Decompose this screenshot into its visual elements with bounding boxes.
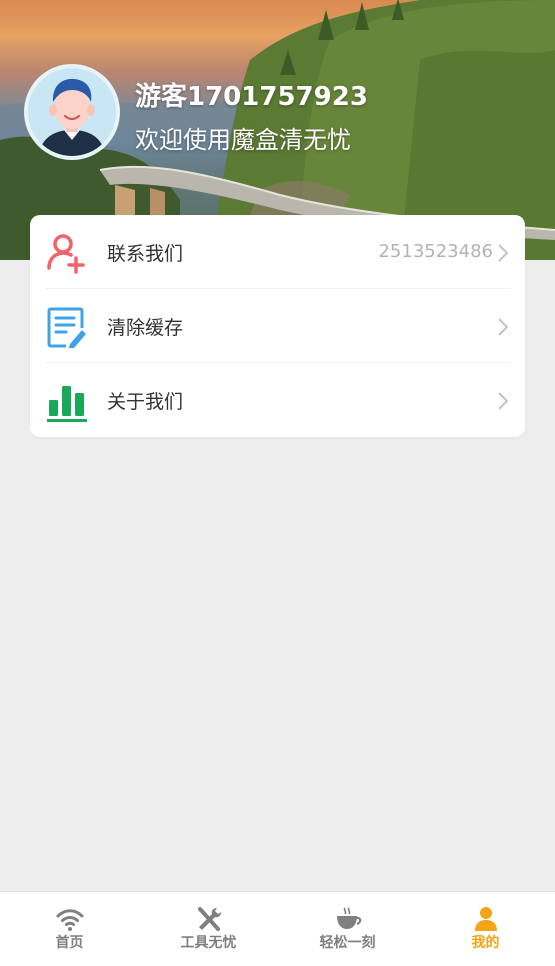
tab-label: 工具无忧	[180, 935, 237, 951]
tab-tools[interactable]: 工具无忧	[139, 892, 278, 966]
tab-home[interactable]: 首页	[0, 892, 139, 966]
contact-number: 2513523486	[378, 241, 493, 262]
bar-chart-icon	[47, 386, 87, 422]
menu-item-clear-cache[interactable]: 清除缓存	[30, 289, 525, 363]
chevron-right-icon	[498, 244, 509, 262]
wifi-icon	[56, 909, 83, 931]
menu-item-label: 清除缓存	[107, 317, 184, 339]
username: 游客1701757923	[135, 82, 368, 112]
tab-label: 我的	[471, 935, 500, 951]
menu-item-label: 关于我们	[107, 391, 184, 413]
chevron-right-icon	[498, 318, 509, 336]
settings-menu-card: 联系我们 2513523486 清除缓存 关于我们	[30, 215, 525, 437]
tab-label: 轻松一刻	[319, 935, 376, 951]
coffee-cup-icon	[336, 907, 361, 929]
chevron-right-icon	[498, 392, 509, 410]
tab-relax[interactable]: 轻松一刻	[278, 892, 417, 966]
tab-mine[interactable]: 我的	[416, 892, 555, 966]
avatar[interactable]	[24, 64, 120, 160]
menu-item-label: 联系我们	[107, 243, 184, 265]
person-icon	[474, 907, 497, 931]
avatar-face-icon	[28, 68, 116, 156]
welcome-text: 欢迎使用魔盒清无忧	[135, 126, 351, 154]
add-user-icon	[47, 234, 85, 274]
bottom-tab-bar: 首页 工具无忧 轻松一刻 我的	[0, 891, 555, 966]
tab-label: 首页	[55, 935, 84, 951]
menu-item-contact-us[interactable]: 联系我们 2513523486	[30, 215, 525, 289]
tools-icon	[197, 907, 221, 931]
edit-document-icon	[47, 307, 86, 348]
menu-item-about-us[interactable]: 关于我们	[30, 363, 525, 437]
